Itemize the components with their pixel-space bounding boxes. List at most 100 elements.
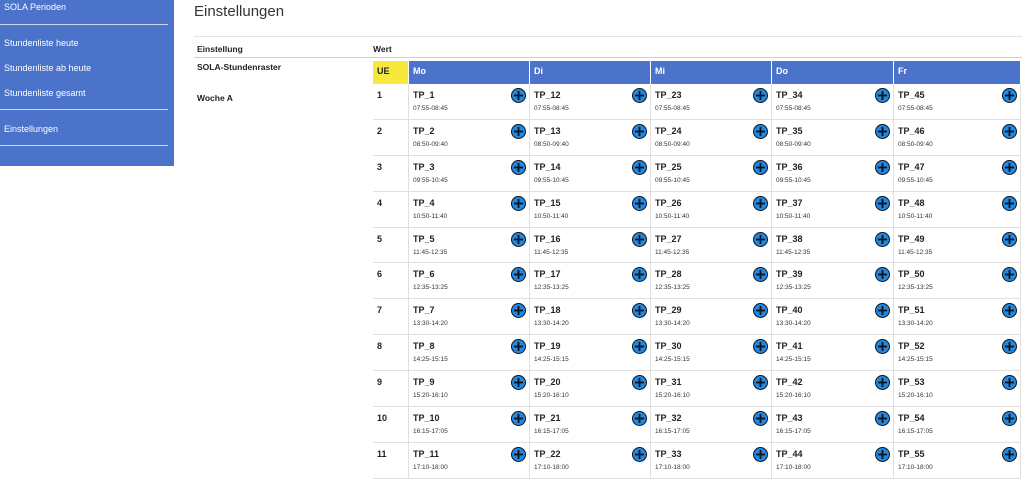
slot-time: 12:35-13:25	[898, 284, 933, 292]
slot-code: TP_54	[898, 413, 925, 424]
add-slot-button[interactable]	[632, 303, 647, 319]
slot-cell: TP_3 09:55-10:45	[409, 155, 530, 192]
add-slot-button[interactable]	[1002, 159, 1017, 175]
add-slot-button[interactable]	[511, 446, 526, 462]
add-slot-button[interactable]	[511, 231, 526, 247]
add-slot-button[interactable]	[875, 159, 890, 175]
add-slot-button[interactable]	[511, 267, 526, 283]
plus-circle-icon	[878, 414, 887, 424]
slot-cell: TP_52 14:25-15:15	[894, 335, 1021, 372]
add-slot-button[interactable]	[753, 123, 768, 139]
plus-circle-icon	[1005, 306, 1014, 316]
add-slot-button[interactable]	[632, 231, 647, 247]
add-slot-button[interactable]	[632, 267, 647, 283]
add-slot-button[interactable]	[875, 123, 890, 139]
add-slot-button[interactable]	[875, 303, 890, 319]
sidebar-item-stundenliste-gesamt[interactable]: Stundenliste gesamt	[4, 88, 86, 98]
slot-time: 07:55-08:45	[776, 105, 811, 112]
add-slot-button[interactable]	[1002, 88, 1017, 103]
add-slot-button[interactable]	[875, 339, 890, 355]
slot-cell: TP_16 11:45-12:35	[530, 227, 651, 264]
add-slot-button[interactable]	[632, 375, 647, 391]
slot-time: 13:30-14:20	[413, 320, 448, 328]
add-slot-button[interactable]	[511, 88, 526, 103]
sidebar-item-stundenliste-heute[interactable]: Stundenliste heute	[4, 38, 79, 48]
slot-code: TP_26	[655, 197, 682, 208]
add-slot-button[interactable]	[753, 411, 768, 427]
day-header: Fr	[894, 61, 1021, 84]
slot-cell: TP_30 14:25-15:15	[651, 335, 772, 372]
add-slot-button[interactable]	[1002, 267, 1017, 283]
slot-cell: TP_11 17:10-18:00	[409, 442, 530, 479]
add-slot-button[interactable]	[753, 231, 768, 247]
slot-time: 16:15-17:05	[413, 428, 448, 436]
add-slot-button[interactable]	[875, 375, 890, 391]
add-slot-button[interactable]	[632, 123, 647, 139]
add-slot-button[interactable]	[1002, 123, 1017, 139]
add-slot-button[interactable]	[753, 159, 768, 175]
add-slot-button[interactable]	[875, 267, 890, 283]
slot-time: 10:50-11:40	[534, 212, 569, 220]
add-slot-button[interactable]	[511, 123, 526, 139]
sidebar-item-einstellungen[interactable]: Einstellungen	[4, 124, 58, 134]
add-slot-button[interactable]	[511, 375, 526, 391]
slot-time: 09:55-10:45	[534, 176, 569, 184]
add-slot-button[interactable]	[753, 339, 768, 355]
slot-code: TP_27	[655, 233, 682, 244]
slot-cell: TP_47 09:55-10:45	[894, 155, 1021, 192]
add-slot-button[interactable]	[875, 411, 890, 427]
slot-time: 14:25-15:15	[413, 356, 448, 364]
slot-cell: TP_43 16:15-17:05	[772, 407, 894, 443]
add-slot-button[interactable]	[1002, 446, 1017, 462]
sidebar-item-stundenliste-ab-heute[interactable]: Stundenliste ab heute	[4, 63, 91, 73]
add-slot-button[interactable]	[1002, 303, 1017, 319]
plus-circle-icon	[635, 342, 644, 352]
add-slot-button[interactable]	[753, 267, 768, 283]
add-slot-button[interactable]	[632, 339, 647, 355]
add-slot-button[interactable]	[753, 446, 768, 462]
slot-code: TP_28	[655, 269, 682, 280]
add-slot-button[interactable]	[511, 195, 526, 211]
slot-code: TP_23	[655, 90, 682, 100]
plus-circle-icon	[756, 414, 765, 424]
add-slot-button[interactable]	[511, 303, 526, 319]
setting-name: SOLA-Stundenraster	[197, 62, 282, 72]
slot-cell: TP_7 13:30-14:20	[409, 299, 530, 336]
add-slot-button[interactable]	[1002, 231, 1017, 247]
slot-cell: TP_32 16:15-17:05	[651, 407, 772, 443]
slot-cell: TP_48 10:50-11:40	[894, 191, 1021, 228]
add-slot-button[interactable]	[632, 446, 647, 462]
add-slot-button[interactable]	[632, 195, 647, 211]
add-slot-button[interactable]	[753, 195, 768, 211]
plus-circle-icon	[878, 270, 887, 280]
slot-code: TP_11	[413, 448, 440, 459]
add-slot-button[interactable]	[511, 339, 526, 355]
slot-time: 12:35-13:25	[776, 284, 811, 292]
slot-time: 11:45-12:35	[776, 248, 811, 256]
add-slot-button[interactable]	[875, 88, 890, 103]
add-slot-button[interactable]	[511, 411, 526, 427]
add-slot-button[interactable]	[753, 88, 768, 103]
add-slot-button[interactable]	[1002, 339, 1017, 355]
add-slot-button[interactable]	[875, 446, 890, 462]
add-slot-button[interactable]	[753, 303, 768, 319]
title-divider	[194, 36, 1022, 37]
add-slot-button[interactable]	[632, 411, 647, 427]
slot-time: 13:30-14:20	[898, 320, 933, 328]
add-slot-button[interactable]	[1002, 375, 1017, 391]
add-slot-button[interactable]	[875, 195, 890, 211]
plus-circle-icon	[635, 234, 644, 244]
sidebar-item-sola-perioden[interactable]: SOLA Perioden	[4, 2, 66, 12]
add-slot-button[interactable]	[875, 231, 890, 247]
add-slot-button[interactable]	[1002, 195, 1017, 211]
slot-time: 15:20-16:10	[534, 392, 569, 400]
ue-number: 8	[373, 335, 409, 372]
plus-circle-icon	[1005, 234, 1014, 244]
add-slot-button[interactable]	[1002, 411, 1017, 427]
add-slot-button[interactable]	[753, 375, 768, 391]
slot-code: TP_55	[898, 448, 925, 459]
slot-code: TP_47	[898, 161, 925, 172]
add-slot-button[interactable]	[632, 159, 647, 175]
add-slot-button[interactable]	[511, 159, 526, 175]
add-slot-button[interactable]	[632, 88, 647, 103]
